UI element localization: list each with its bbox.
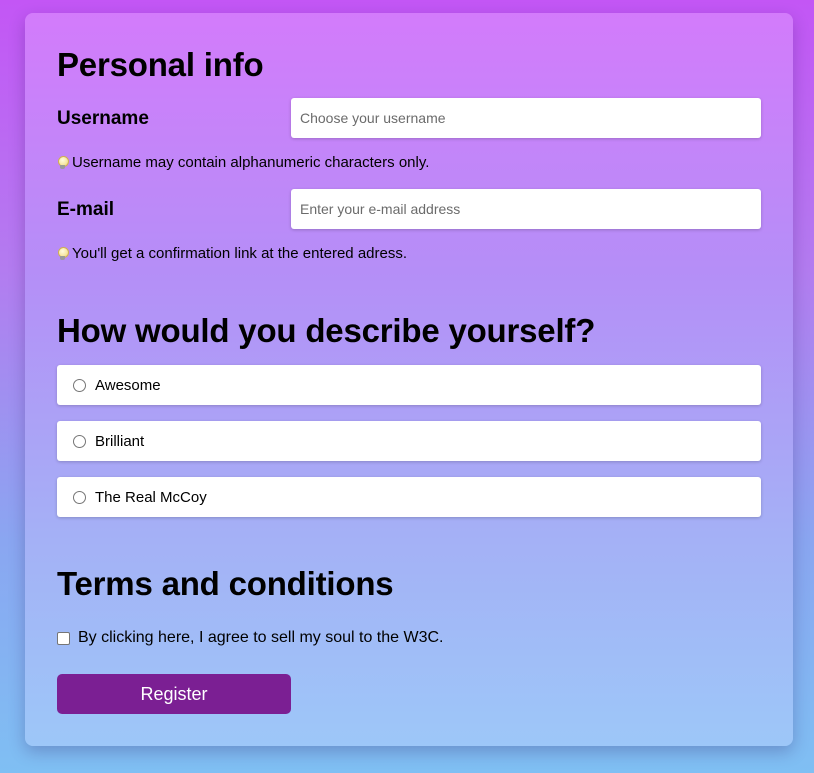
email-label: E-mail (57, 199, 115, 220)
radio-option-label: Awesome (95, 376, 161, 394)
lightbulb-icon (57, 246, 69, 261)
radio-option-label: Brilliant (95, 432, 145, 450)
radio-option-awesome[interactable]: Awesome (57, 365, 761, 405)
email-input[interactable] (291, 189, 761, 229)
username-input[interactable] (291, 98, 761, 138)
terms-heading: Terms and conditions (57, 565, 394, 602)
radio-button[interactable] (73, 490, 86, 504)
personal-info-heading: Personal info (57, 46, 264, 83)
username-hint: Username may contain alphanumeric charac… (57, 155, 429, 170)
terms-agreement[interactable]: By clicking here, I agree to sell my sou… (57, 629, 443, 647)
terms-checkbox[interactable] (57, 631, 70, 645)
email-hint: You'll get a confirmation link at the en… (57, 246, 407, 261)
register-button[interactable]: Register (57, 674, 291, 714)
describe-heading: How would you describe yourself? (57, 312, 596, 349)
lightbulb-icon (57, 155, 69, 170)
radio-option-brilliant[interactable]: Brilliant (57, 421, 761, 461)
registration-form-card: Personal info Username Username may cont… (25, 13, 793, 746)
username-label: Username (57, 108, 149, 129)
radio-button[interactable] (73, 378, 86, 392)
terms-checkbox-label: By clicking here, I agree to sell my sou… (78, 629, 444, 646)
radio-option-label: The Real McCoy (95, 488, 207, 506)
radio-option-real-mccoy[interactable]: The Real McCoy (57, 477, 761, 517)
radio-button[interactable] (73, 434, 86, 448)
username-hint-text: Username may contain alphanumeric charac… (72, 154, 430, 171)
email-hint-text: You'll get a confirmation link at the en… (72, 245, 408, 262)
